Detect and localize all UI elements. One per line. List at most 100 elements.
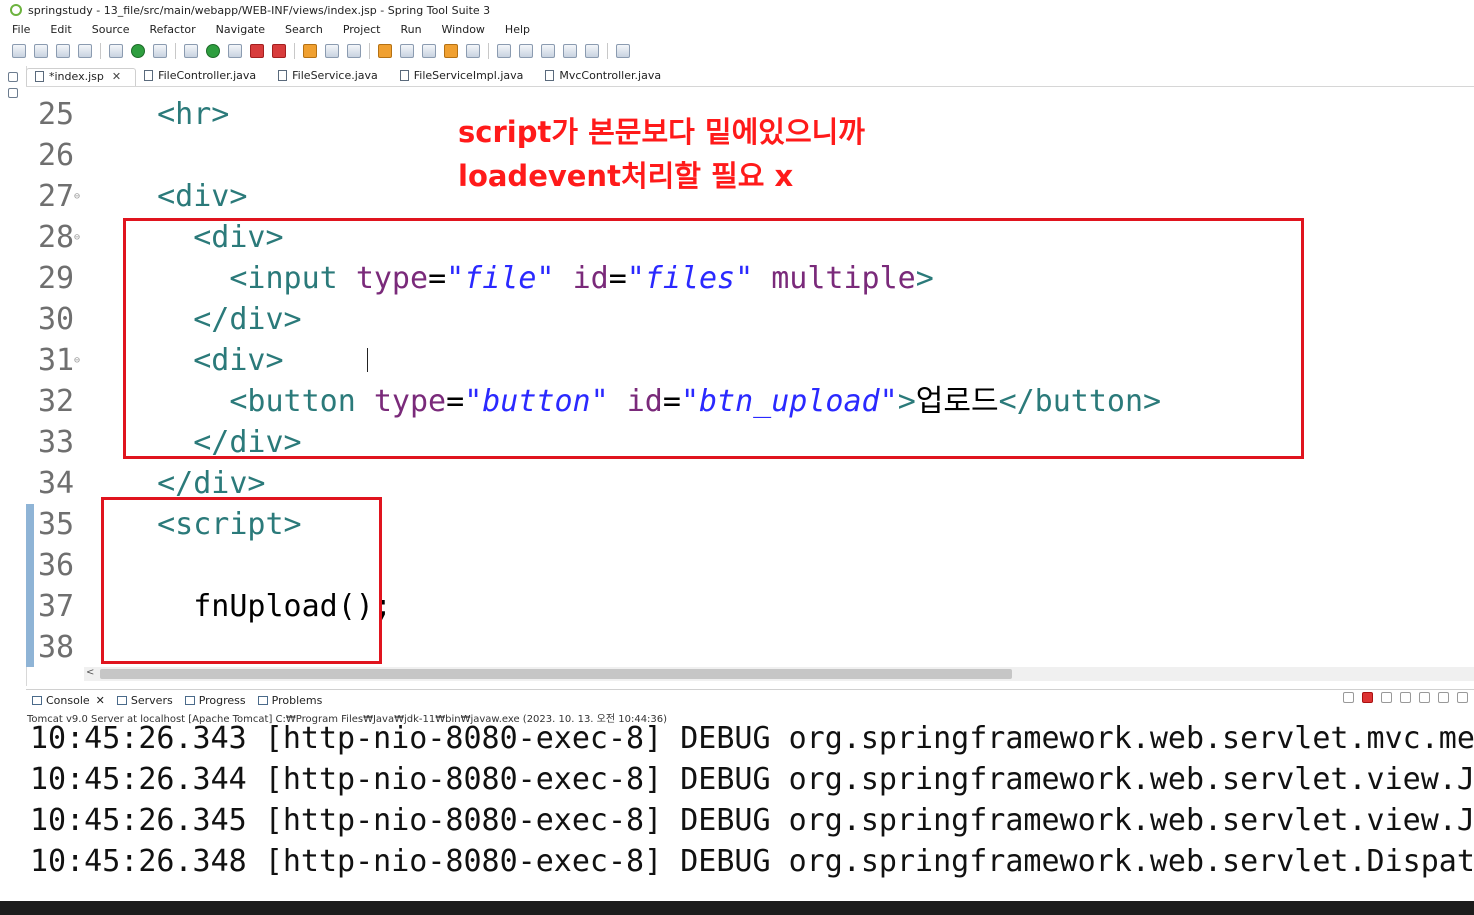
open-task-icon[interactable]: [400, 44, 414, 58]
menu-search[interactable]: Search: [273, 23, 331, 36]
new-icon[interactable]: [12, 44, 26, 58]
external-tools-icon[interactable]: [228, 44, 242, 58]
text-cursor: [367, 348, 370, 372]
menu-project[interactable]: Project: [331, 23, 389, 36]
word-wrap-icon[interactable]: [1438, 692, 1449, 703]
log-line: 10:45:26.344 [http-nio-8080-exec-8] DEBU…: [30, 762, 1474, 797]
package-explorer-icon[interactable]: [8, 88, 18, 98]
server-start-icon[interactable]: [131, 44, 145, 58]
console-output[interactable]: 10:45:26.343 [http-nio-8080-exec-8] DEBU…: [26, 722, 1474, 902]
code-text: <div>: [121, 179, 248, 214]
next-annotation-icon[interactable]: [497, 44, 511, 58]
code-line[interactable]: 25 <hr>: [26, 94, 1474, 135]
line-number: 37: [26, 586, 84, 627]
new-class-icon[interactable]: [347, 44, 361, 58]
window-title: springstudy - 13_file/src/main/webapp/WE…: [28, 3, 491, 17]
remove-launch-icon[interactable]: [1381, 692, 1392, 703]
skip-breakpoints-icon[interactable]: [109, 44, 123, 58]
run-icon[interactable]: [206, 44, 220, 58]
pin-icon[interactable]: [1343, 692, 1354, 703]
close-icon[interactable]: ✕: [96, 694, 105, 707]
console-tab-label: Console: [46, 693, 90, 707]
line-number: 30: [38, 302, 75, 337]
line-number: 38: [26, 627, 84, 667]
fold-toggle-icon[interactable]: ⊖: [74, 340, 80, 381]
console-tab-bar: Console ✕ Servers Progress Problems: [26, 689, 1474, 710]
menu-navigate[interactable]: Navigate: [204, 23, 273, 36]
toolbar-separator: [488, 43, 489, 59]
display-console-icon[interactable]: [1457, 692, 1468, 703]
menu-refactor[interactable]: Refactor: [138, 23, 204, 36]
menu-help[interactable]: Help: [493, 23, 538, 36]
editor-tab-label: FileService.java: [292, 69, 378, 82]
stop-icon[interactable]: [250, 44, 264, 58]
close-icon[interactable]: ✕: [112, 70, 121, 83]
progress-icon: [184, 695, 195, 705]
back-icon[interactable]: [563, 44, 577, 58]
toolbar-separator: [607, 43, 608, 59]
scroll-lock-icon[interactable]: [1419, 692, 1430, 703]
restore-view-icon[interactable]: [8, 72, 18, 82]
toolbar-separator: [100, 43, 101, 59]
menu-bar: File Edit Source Refactor Navigate Search Proj…: [0, 20, 1474, 38]
line-number: 34: [38, 466, 75, 501]
log-line: 10:45:26.348 [http-nio-8080-exec-8] DEBU…: [30, 844, 1474, 879]
terminate-icon[interactable]: [1362, 692, 1373, 703]
code-text: <hr>: [121, 97, 230, 132]
console-tab-label: Problems: [271, 693, 323, 707]
editor-tab-label: MvcController.java: [559, 69, 662, 82]
console-icon: [32, 695, 42, 705]
console-tab-console[interactable]: Console ✕: [26, 694, 111, 707]
editor-tab[interactable]: FileService.java: [270, 68, 392, 86]
new-package-icon[interactable]: [325, 44, 339, 58]
editor-tab-bar: *index.jsp ✕ FileController.java FileServic…: [26, 66, 1474, 87]
editor-tab-label: FileServiceImpl.java: [413, 69, 524, 82]
menu-run[interactable]: Run: [388, 23, 429, 36]
horizontal-scrollbar[interactable]: <: [84, 667, 1474, 681]
open-perspective-icon[interactable]: [616, 44, 630, 58]
menu-window[interactable]: Window: [430, 23, 493, 36]
console-tab-progress[interactable]: Progress: [179, 694, 252, 707]
editor-tab[interactable]: FileController.java: [136, 68, 270, 86]
new-java-project-icon[interactable]: [303, 44, 317, 58]
search-icon[interactable]: [422, 44, 436, 58]
fold-toggle-icon[interactable]: ⊖: [74, 217, 80, 258]
editor-tab[interactable]: *index.jsp ✕: [26, 68, 137, 86]
previous-annotation-icon[interactable]: [519, 44, 533, 58]
save-icon[interactable]: [34, 44, 48, 58]
open-folder-icon[interactable]: [444, 44, 458, 58]
remove-all-icon[interactable]: [1400, 692, 1411, 703]
scroll-left-icon[interactable]: <: [86, 667, 94, 678]
coverage-icon[interactable]: [272, 44, 286, 58]
console-tab-problems[interactable]: Problems: [252, 694, 329, 707]
save-all-icon[interactable]: [56, 44, 70, 58]
console-tab-servers[interactable]: Servers: [111, 694, 179, 707]
editor-tab[interactable]: MvcController.java: [537, 68, 675, 86]
menu-file[interactable]: File: [0, 23, 38, 36]
toolbar-separator: [294, 43, 295, 59]
open-type-icon[interactable]: [378, 44, 392, 58]
line-number: 32: [38, 384, 75, 419]
globe-icon[interactable]: [466, 44, 480, 58]
toolbar-separator: [369, 43, 370, 59]
menu-edit[interactable]: Edit: [38, 23, 79, 36]
last-edit-icon[interactable]: [541, 44, 555, 58]
code-line[interactable]: 26: [26, 135, 1474, 176]
debug-icon[interactable]: [184, 44, 198, 58]
log-line: 10:45:26.345 [http-nio-8080-exec-8] DEBU…: [30, 803, 1474, 838]
editor-tab[interactable]: FileServiceImpl.java: [392, 68, 538, 86]
forward-icon[interactable]: [585, 44, 599, 58]
highlight-box-html: [123, 218, 1304, 459]
scrollbar-thumb[interactable]: [100, 669, 1012, 679]
log-line: 10:45:26.343 [http-nio-8080-exec-8] DEBU…: [30, 722, 1474, 756]
highlight-box-script: [101, 497, 382, 664]
java-file-icon: [278, 70, 288, 81]
code-line[interactable]: 27 ⊖ <div>: [26, 176, 1474, 217]
toolbar-separator: [175, 43, 176, 59]
console-toolbar: [1335, 692, 1468, 703]
fold-toggle-icon[interactable]: ⊖: [74, 176, 80, 217]
print-icon[interactable]: [78, 44, 92, 58]
menu-source[interactable]: Source: [80, 23, 138, 36]
line-number: 35: [26, 504, 84, 545]
refresh-icon[interactable]: [153, 44, 167, 58]
